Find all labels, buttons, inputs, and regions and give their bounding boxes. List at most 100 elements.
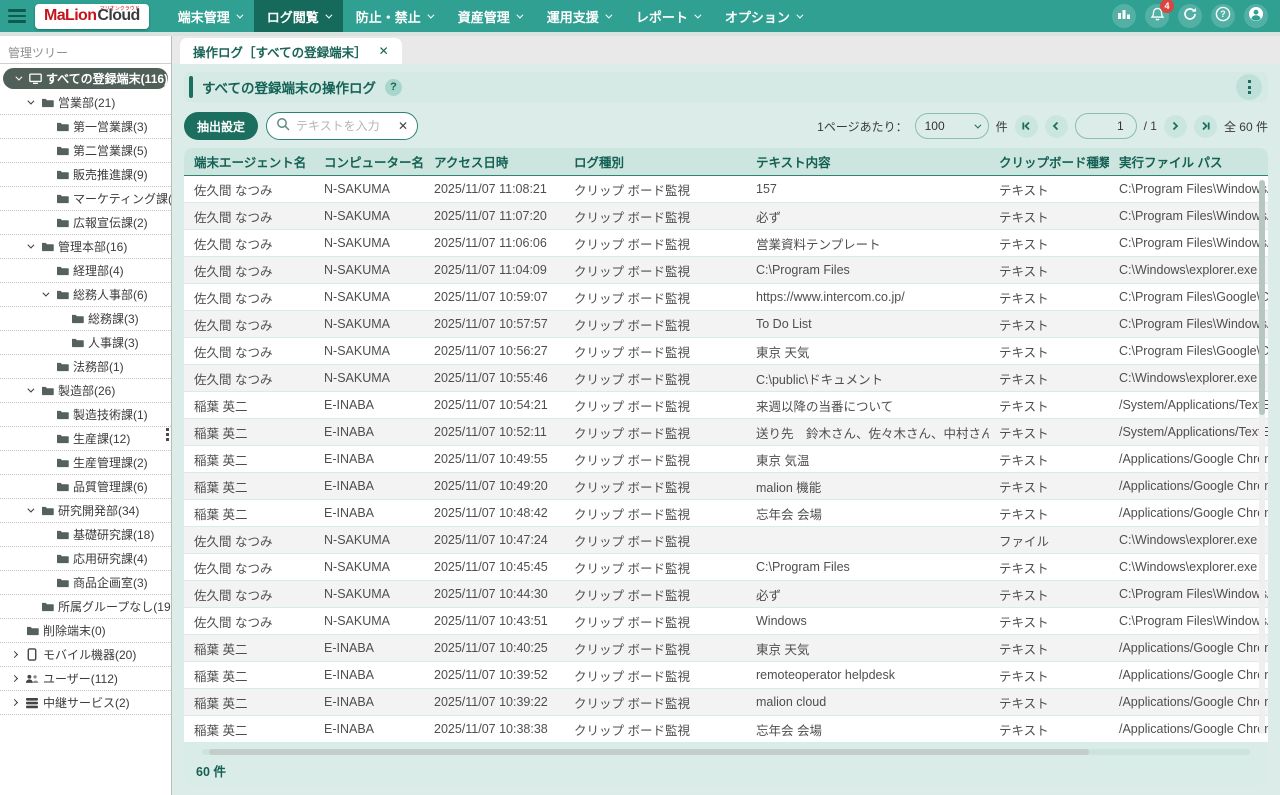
table-cell: 2025/11/07 10:49:55: [424, 452, 564, 466]
per-page-select[interactable]: 100: [915, 113, 989, 139]
chevron-down-icon[interactable]: [15, 74, 22, 81]
folder-icon: [54, 457, 70, 468]
column-header[interactable]: テキスト内容: [746, 152, 989, 171]
tree-item[interactable]: 広報宣伝課(2): [0, 211, 171, 235]
column-header[interactable]: 端末エージェント名: [184, 152, 314, 171]
table-row[interactable]: 佐久間 なつみN-SAKUMA2025/11/07 10:47:24クリップ ボ…: [184, 527, 1268, 554]
tree-item[interactable]: 生産管理課(2): [0, 451, 171, 475]
help-button[interactable]: ?: [1211, 4, 1235, 28]
tree-item[interactable]: 商品企画室(3): [0, 571, 171, 595]
tree-item[interactable]: すべての登録端末(116): [3, 68, 168, 89]
search-input[interactable]: [296, 119, 392, 133]
tree-item[interactable]: モバイル機器(20): [0, 643, 171, 667]
tree-item[interactable]: 研究開発部(34): [0, 499, 171, 523]
prev-page-button[interactable]: [1045, 115, 1068, 138]
nav-menu-1[interactable]: 端末管理: [165, 0, 254, 32]
table-row[interactable]: 佐久間 なつみN-SAKUMA2025/11/07 10:57:57クリップ ボ…: [184, 311, 1268, 338]
chevron-down-icon[interactable]: [27, 242, 34, 249]
table-row[interactable]: 稲葉 英二E-INABA2025/11/07 10:48:42クリップ ボード監…: [184, 500, 1268, 527]
table-row[interactable]: 稲葉 英二E-INABA2025/11/07 10:39:22クリップ ボード監…: [184, 689, 1268, 716]
sidebar-resize-handle[interactable]: [166, 428, 169, 441]
tree-item[interactable]: 所属グループなし(19): [0, 595, 171, 619]
tree-item[interactable]: 品質管理課(6): [0, 475, 171, 499]
extract-settings-button[interactable]: 抽出設定: [184, 112, 258, 140]
table-row[interactable]: 佐久間 なつみN-SAKUMA2025/11/07 11:08:21クリップ ボ…: [184, 176, 1268, 203]
tree-item[interactable]: マーケティング課(2): [0, 187, 171, 211]
kebab-menu-icon[interactable]: [1236, 74, 1262, 100]
table-row[interactable]: 稲葉 英二E-INABA2025/11/07 10:49:20クリップ ボード監…: [184, 473, 1268, 500]
tree-item[interactable]: 製造技術課(1): [0, 403, 171, 427]
tree-item[interactable]: 基礎研究課(18): [0, 523, 171, 547]
table-row[interactable]: 稲葉 英二E-INABA2025/11/07 10:49:55クリップ ボード監…: [184, 446, 1268, 473]
column-header[interactable]: クリップボード種類: [989, 152, 1109, 171]
tab-operation-log[interactable]: 操作ログ［すべての登録端末］ ✕: [180, 38, 402, 64]
tree-item[interactable]: 応用研究課(4): [0, 547, 171, 571]
tree-item[interactable]: 営業部(21): [0, 91, 171, 115]
nav-menu-6[interactable]: レポート: [623, 0, 712, 32]
chevron-right-icon[interactable]: [11, 675, 18, 682]
vertical-scrollbar-thumb[interactable]: [1259, 180, 1265, 415]
chevron-right-icon[interactable]: [11, 699, 18, 706]
table-cell: クリップ ボード監視: [564, 504, 746, 523]
horizontal-scrollbar-thumb[interactable]: [209, 749, 1089, 755]
table-row[interactable]: 稲葉 英二E-INABA2025/11/07 10:39:52クリップ ボード監…: [184, 662, 1268, 689]
tree-item[interactable]: ユーザー(112): [0, 667, 171, 691]
table-row[interactable]: 稲葉 英二E-INABA2025/11/07 10:40:25クリップ ボード監…: [184, 635, 1268, 662]
tree-item[interactable]: 生産課(12): [0, 427, 171, 451]
vertical-scrollbar[interactable]: [1259, 180, 1265, 734]
chevron-down-icon[interactable]: [42, 290, 49, 297]
tree-item[interactable]: 中継サービス(2): [0, 691, 171, 715]
horizontal-scrollbar[interactable]: [202, 749, 1250, 755]
chevron-down-icon[interactable]: [27, 386, 34, 393]
table-row[interactable]: 佐久間 なつみN-SAKUMA2025/11/07 10:56:27クリップ ボ…: [184, 338, 1268, 365]
tree-item[interactable]: 管理本部(16): [0, 235, 171, 259]
table-row[interactable]: 佐久間 なつみN-SAKUMA2025/11/07 10:44:30クリップ ボ…: [184, 581, 1268, 608]
nav-menu-3[interactable]: 防止・禁止: [343, 0, 445, 32]
close-icon[interactable]: ✕: [379, 44, 389, 58]
table-row[interactable]: 佐久間 なつみN-SAKUMA2025/11/07 11:04:09クリップ ボ…: [184, 257, 1268, 284]
table-row[interactable]: 稲葉 英二E-INABA2025/11/07 10:54:21クリップ ボード監…: [184, 392, 1268, 419]
table-row[interactable]: 佐久間 なつみN-SAKUMA2025/11/07 11:07:20クリップ ボ…: [184, 203, 1268, 230]
tree-item[interactable]: 第一営業課(3): [0, 115, 171, 139]
chevron-down-icon[interactable]: [27, 98, 34, 105]
next-page-button[interactable]: [1164, 115, 1187, 138]
app-logo[interactable]: MaLionCloud マリオンクラウド: [35, 4, 149, 29]
tree-item[interactable]: 販売推進課(9): [0, 163, 171, 187]
table-row[interactable]: 佐久間 なつみN-SAKUMA2025/11/07 11:06:06クリップ ボ…: [184, 230, 1268, 257]
column-header[interactable]: アクセス日時: [424, 152, 564, 171]
column-header[interactable]: コンピューター名: [314, 152, 424, 171]
chevron-right-icon[interactable]: [11, 651, 18, 658]
tree-item[interactable]: 経理部(4): [0, 259, 171, 283]
table-row[interactable]: 佐久間 なつみN-SAKUMA2025/11/07 10:45:45クリップ ボ…: [184, 554, 1268, 581]
first-page-button[interactable]: [1015, 115, 1038, 138]
table-row[interactable]: 佐久間 なつみN-SAKUMA2025/11/07 10:59:07クリップ ボ…: [184, 284, 1268, 311]
help-circle-icon[interactable]: ?: [385, 79, 402, 96]
table-row[interactable]: 佐久間 なつみN-SAKUMA2025/11/07 10:55:46クリップ ボ…: [184, 365, 1268, 392]
tree-item[interactable]: 総務課(3): [0, 307, 171, 331]
tree-item[interactable]: 製造部(26): [0, 379, 171, 403]
page-number-input[interactable]: [1075, 113, 1137, 139]
hamburger-menu-icon[interactable]: [8, 9, 26, 23]
table-row[interactable]: 稲葉 英二E-INABA2025/11/07 10:38:38クリップ ボード監…: [184, 716, 1268, 743]
account-button[interactable]: [1244, 4, 1268, 28]
column-header[interactable]: 実行ファイル パス: [1109, 152, 1268, 171]
tree-item[interactable]: 総務人事部(6): [0, 283, 171, 307]
refresh-button[interactable]: [1178, 4, 1202, 28]
nav-menu-7[interactable]: オプション: [712, 0, 814, 32]
notifications-button[interactable]: 4: [1145, 4, 1169, 28]
nav-menu-4[interactable]: 資産管理: [445, 0, 534, 32]
column-header[interactable]: ログ種別: [564, 152, 746, 171]
last-page-button[interactable]: [1194, 115, 1217, 138]
table-cell: N-SAKUMA: [314, 614, 424, 628]
tree-item[interactable]: 削除端末(0): [0, 619, 171, 643]
tree-item[interactable]: 人事課(3): [0, 331, 171, 355]
table-row[interactable]: 佐久間 なつみN-SAKUMA2025/11/07 10:43:51クリップ ボ…: [184, 608, 1268, 635]
tree-item[interactable]: 法務部(1): [0, 355, 171, 379]
stats-button[interactable]: [1112, 4, 1136, 28]
nav-menu-5[interactable]: 運用支援: [534, 0, 623, 32]
table-row[interactable]: 稲葉 英二E-INABA2025/11/07 10:52:11クリップ ボード監…: [184, 419, 1268, 446]
chevron-down-icon[interactable]: [27, 506, 34, 513]
nav-menu-2[interactable]: ログ閲覧: [254, 0, 343, 32]
tree-item[interactable]: 第二営業課(5): [0, 139, 171, 163]
clear-search-icon[interactable]: ✕: [398, 120, 408, 132]
